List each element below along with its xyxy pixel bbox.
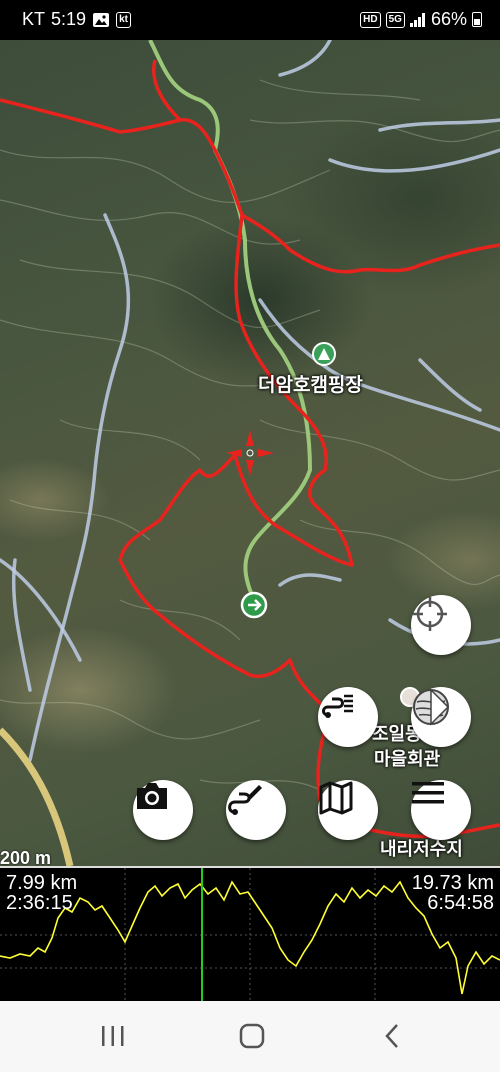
gallery-icon [93, 12, 110, 27]
highway [0, 727, 74, 866]
route-start-arrow-icon [240, 591, 268, 619]
battery-percent: 66% [430, 9, 467, 29]
route-list-button[interactable] [318, 687, 378, 747]
network-5g-icon: 5G [385, 11, 405, 28]
map-center-crosshair-icon [226, 430, 274, 476]
left-time: 2:36:15 [6, 892, 73, 914]
poi-campsite-label[interactable]: 더암호캠핑장 [258, 370, 363, 397]
camera-icon [137, 783, 167, 809]
roads [0, 40, 500, 762]
map-layers-button[interactable] [411, 687, 471, 747]
route-pen-icon [228, 785, 262, 815]
route-list-icon [322, 694, 353, 718]
folded-map-icon [319, 781, 353, 815]
scale-label: 200 m [0, 848, 52, 866]
campsite-marker-icon [312, 342, 336, 366]
left-distance: 7.99 km [6, 872, 78, 894]
home-icon [239, 1023, 265, 1049]
kt-app-icon: kt [116, 11, 131, 28]
recent-apps-icon [102, 1026, 124, 1046]
poi-hall-label-line2[interactable]: 마을회관 [374, 745, 440, 771]
poi-reservoir-label[interactable]: 내리저수지 [380, 835, 463, 861]
signal-icon [409, 12, 425, 27]
elevation-profile[interactable]: 7.99 km 2:36:15 19.73 km 6:54:58 [0, 866, 500, 1003]
locate-me-button[interactable] [411, 595, 471, 655]
home-button[interactable] [232, 1019, 272, 1053]
recent-apps-button[interactable] [93, 1019, 133, 1053]
back-button[interactable] [372, 1019, 412, 1053]
right-time: 6:54:58 [427, 892, 494, 914]
right-distance: 19.73 km [411, 872, 494, 894]
map-layers-icon [413, 688, 450, 726]
battery-icon [472, 12, 482, 27]
clock: 5:19 [51, 9, 87, 29]
status-bar: KT 5:19 kt HD 5G 66% [0, 0, 500, 40]
hd-voice-icon: HD [360, 11, 381, 28]
carrier-label: KT [22, 9, 46, 29]
crosshair-target-icon [413, 597, 447, 631]
hiking-trail [148, 40, 313, 601]
map-view[interactable]: 더암호캠핑장 조일동 마을회관 내리저수지 200 m [0, 40, 500, 866]
hamburger-menu-icon [412, 782, 444, 804]
map-select-button[interactable] [318, 780, 378, 840]
system-navigation-bar [0, 1001, 500, 1072]
camera-button[interactable] [133, 780, 193, 840]
menu-button[interactable] [411, 780, 471, 840]
back-icon [385, 1024, 398, 1048]
draw-route-button[interactable] [226, 780, 286, 840]
